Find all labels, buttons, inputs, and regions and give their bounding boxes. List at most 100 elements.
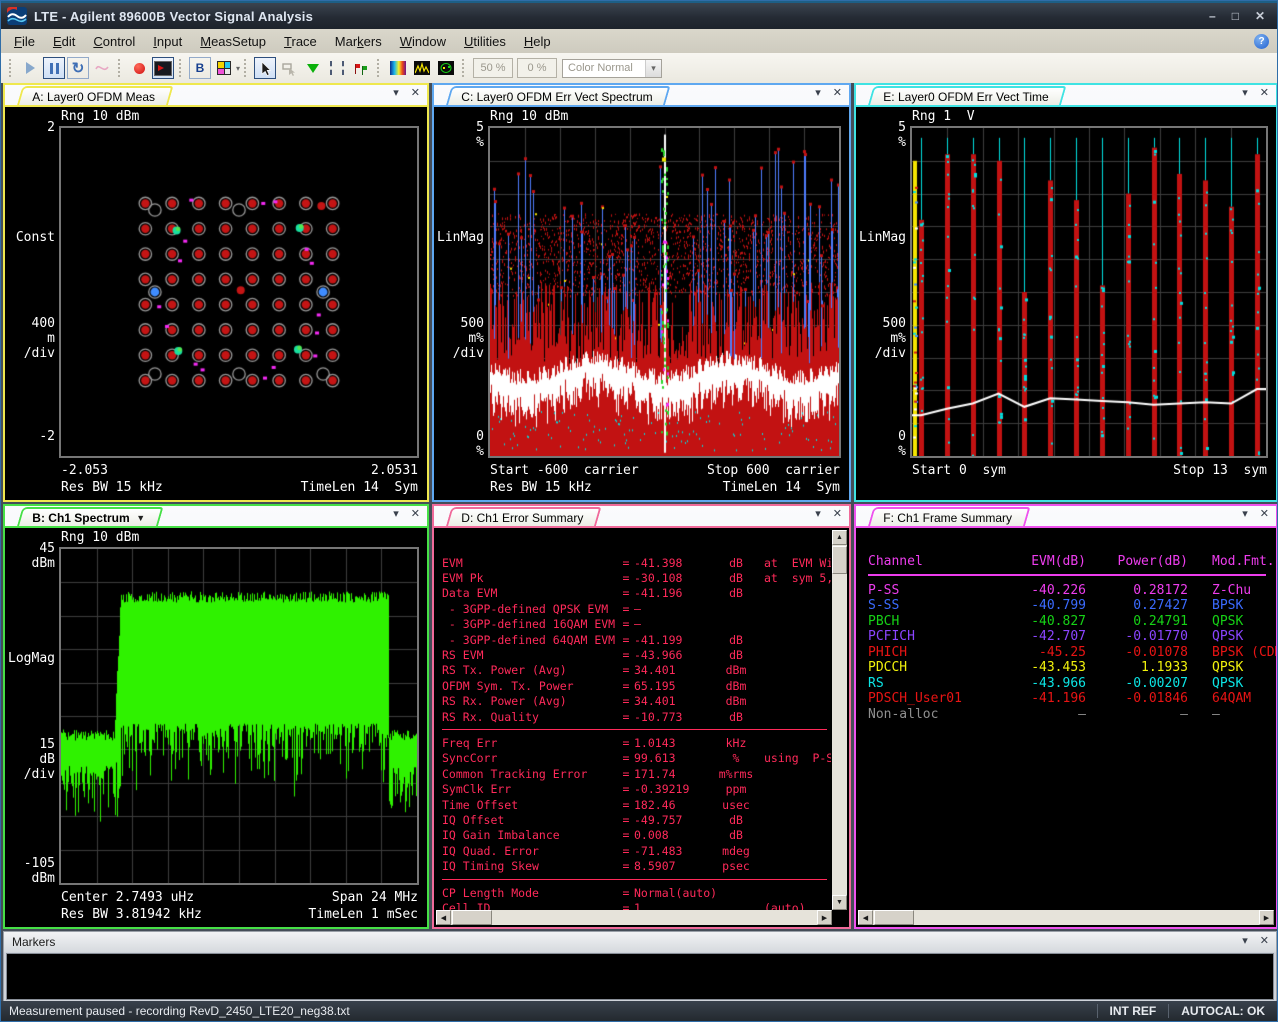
error-summary-cell: dB bbox=[708, 556, 764, 570]
err-vect-spectrum-plot[interactable] bbox=[488, 126, 841, 458]
minimize-icon[interactable]: – bbox=[1209, 9, 1216, 23]
sweep-button[interactable] bbox=[91, 57, 113, 79]
tab-err-vect-spectrum[interactable]: C: Layer0 OFDM Err Vect Spectrum bbox=[446, 86, 671, 105]
panel-close-icon[interactable]: ✕ bbox=[1260, 88, 1269, 99]
layout-dropdown-arrow-icon[interactable]: ▾ bbox=[236, 64, 240, 73]
x-scale-field[interactable]: 50 % bbox=[473, 58, 513, 78]
scroll-right-icon[interactable]: ▶ bbox=[1259, 910, 1274, 925]
horizontal-scrollbar[interactable]: ◀ ▶ bbox=[858, 910, 1274, 925]
error-summary-list: EVM=-41.398dBat EVM WindowEVM Pk=-30.108… bbox=[434, 528, 849, 927]
error-summary-cell: SymClk Err bbox=[442, 782, 618, 796]
panel-close-icon[interactable]: ✕ bbox=[411, 509, 420, 520]
scrollbar-track[interactable] bbox=[832, 575, 847, 895]
tab-error-summary[interactable]: D: Ch1 Error Summary bbox=[446, 507, 601, 526]
panel-a-tabs: A: Layer0 OFDM Meas ▾ ✕ bbox=[5, 85, 427, 105]
err-vect-time-plot[interactable] bbox=[910, 126, 1268, 458]
marker-flags-icon bbox=[353, 61, 369, 76]
panel-collapse-icon[interactable]: ▾ bbox=[1242, 509, 1248, 520]
y-scale-field[interactable]: 0 % bbox=[517, 58, 557, 78]
panel-collapse-icon[interactable]: ▾ bbox=[815, 88, 821, 99]
menu-control[interactable]: Control bbox=[84, 31, 144, 52]
layout-grid-button[interactable] bbox=[213, 57, 235, 79]
panel-close-icon[interactable]: ✕ bbox=[1260, 936, 1269, 947]
vertical-scrollbar[interactable]: ▲ ▼ bbox=[832, 530, 847, 910]
spectrum-plot[interactable] bbox=[59, 547, 419, 885]
menu-input[interactable]: Input bbox=[144, 31, 191, 52]
band-power-marker-button[interactable] bbox=[326, 57, 348, 79]
menu-help[interactable]: Help bbox=[515, 31, 560, 52]
y-axis-format-label: LogMag bbox=[5, 651, 55, 666]
scrollbar-thumb[interactable] bbox=[874, 910, 914, 925]
tab-err-vect-time[interactable]: E: Layer0 OFDM Err Vect Time bbox=[868, 86, 1067, 105]
header-underline bbox=[868, 574, 1266, 576]
menu-meassetup[interactable]: MeasSetup bbox=[191, 31, 275, 52]
spectrum-view-button[interactable] bbox=[411, 57, 433, 79]
autocal-status[interactable]: AUTOCAL: OK bbox=[1168, 1004, 1277, 1018]
menu-markers[interactable]: Markers bbox=[326, 31, 391, 52]
scroll-left-icon[interactable]: ◀ bbox=[436, 910, 451, 925]
menu-trace[interactable]: Trace bbox=[275, 31, 326, 52]
error-summary-cell: = bbox=[618, 736, 634, 750]
horizontal-scrollbar[interactable]: ◀ ▶ bbox=[436, 910, 832, 925]
scrollbar-track[interactable] bbox=[915, 910, 1259, 925]
panel-collapse-icon[interactable]: ▾ bbox=[393, 88, 399, 99]
close-icon[interactable]: ✕ bbox=[1255, 9, 1265, 23]
bold-markup-button[interactable]: B bbox=[189, 57, 211, 79]
panel-collapse-icon[interactable]: ▾ bbox=[815, 509, 821, 520]
panel-close-icon[interactable]: ✕ bbox=[833, 509, 842, 520]
peak-marker-button[interactable] bbox=[302, 57, 324, 79]
record-button[interactable] bbox=[128, 57, 150, 79]
menu-utilities[interactable]: Utilities bbox=[455, 31, 515, 52]
menu-file[interactable]: File bbox=[5, 31, 44, 52]
panel-close-icon[interactable]: ✕ bbox=[411, 88, 420, 99]
constellation-plot[interactable] bbox=[59, 126, 419, 458]
tab-ch1-spectrum[interactable]: B: Ch1 Spectrum ▼ bbox=[17, 507, 164, 526]
tab-layer0-ofdm-meas[interactable]: A: Layer0 OFDM Meas bbox=[17, 86, 173, 105]
pause-button[interactable] bbox=[43, 57, 65, 79]
tab-label: B: Ch1 Spectrum bbox=[32, 511, 129, 525]
frame-summary-cell: -41.196 bbox=[1006, 691, 1086, 706]
help-icon[interactable]: ? bbox=[1254, 34, 1269, 49]
range-label: Rng 10 dBm bbox=[61, 109, 139, 124]
column-header: Power(dB) bbox=[1086, 554, 1188, 569]
scroll-down-icon[interactable]: ▼ bbox=[832, 895, 847, 910]
panel-collapse-icon[interactable]: ▾ bbox=[393, 509, 399, 520]
spectrogram-view-button[interactable] bbox=[387, 57, 409, 79]
tab-dropdown-icon[interactable]: ▼ bbox=[137, 513, 146, 523]
panel-b-tabs: B: Ch1 Spectrum ▼ ▾ ✕ bbox=[5, 506, 427, 526]
offset-marker-button[interactable] bbox=[350, 57, 372, 79]
combo-arrow-icon[interactable]: ▾ bbox=[645, 60, 661, 77]
panel-close-icon[interactable]: ✕ bbox=[1260, 509, 1269, 520]
scrollbar-thumb[interactable] bbox=[832, 546, 847, 574]
error-summary-row: RS Tx. Power (Avg)=34.401dBm bbox=[442, 663, 831, 678]
scroll-right-icon[interactable]: ▶ bbox=[817, 910, 832, 925]
panel-collapse-icon[interactable]: ▾ bbox=[1242, 936, 1248, 947]
play-button[interactable] bbox=[19, 57, 41, 79]
playback-recording-button[interactable] bbox=[152, 57, 174, 79]
error-summary-cell: 8.5907 bbox=[634, 859, 708, 873]
color-mode-select[interactable]: Color Normal ▾ bbox=[562, 59, 662, 78]
resbw-label: Res BW 15 kHz bbox=[61, 480, 163, 495]
scroll-up-icon[interactable]: ▲ bbox=[832, 530, 847, 545]
panel-collapse-icon[interactable]: ▾ bbox=[1242, 88, 1248, 99]
error-summary-cell: - 3GPP-defined QPSK EVM bbox=[442, 602, 618, 616]
panel-close-icon[interactable]: ✕ bbox=[833, 88, 842, 99]
maximize-icon[interactable]: □ bbox=[1232, 9, 1239, 23]
move-marker-tool-button[interactable] bbox=[278, 57, 300, 79]
tab-frame-summary[interactable]: F: Ch1 Frame Summary bbox=[868, 507, 1030, 526]
menu-window[interactable]: Window bbox=[391, 31, 455, 52]
reference-status[interactable]: INT REF bbox=[1097, 1004, 1169, 1018]
scrollbar-thumb[interactable] bbox=[452, 910, 492, 925]
menu-edit[interactable]: Edit bbox=[44, 31, 84, 52]
pointer-tool-button[interactable] bbox=[254, 57, 276, 79]
constellation-view-button[interactable] bbox=[435, 57, 457, 79]
scrollbar-track[interactable] bbox=[493, 910, 817, 925]
panel-f-tabs: F: Ch1 Frame Summary ▾ ✕ bbox=[856, 506, 1276, 526]
scroll-left-icon[interactable]: ◀ bbox=[858, 910, 873, 925]
tab-label: A: Layer0 OFDM Meas bbox=[32, 90, 155, 104]
error-summary-cell: dB bbox=[708, 710, 764, 724]
restart-button[interactable]: ↻ bbox=[67, 57, 89, 79]
error-summary-cell: EVM Pk bbox=[442, 571, 618, 585]
sweep-icon bbox=[95, 61, 109, 75]
error-summary-cell: 171.74 bbox=[634, 767, 708, 781]
